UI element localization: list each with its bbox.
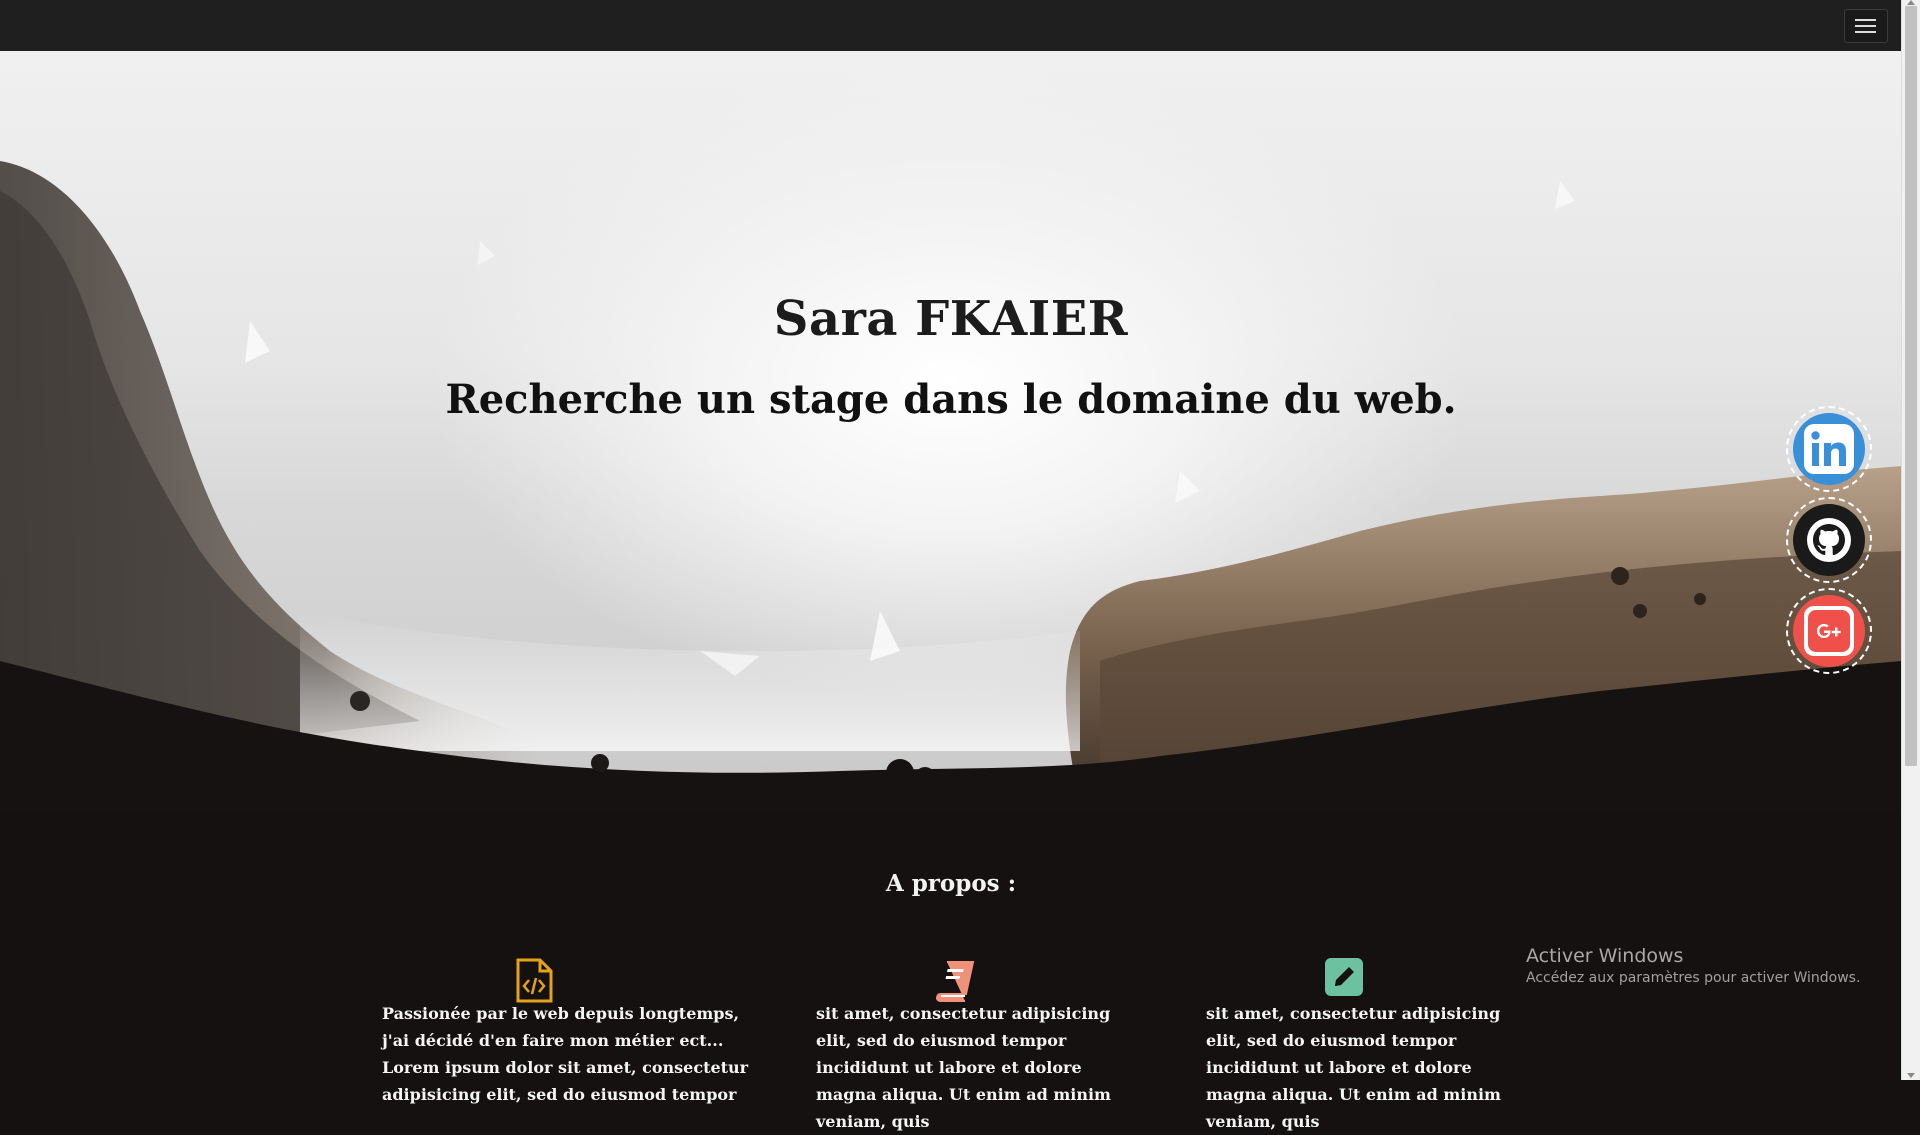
hero-background-painting: [0, 161, 1902, 811]
google-plus-icon: [1793, 595, 1865, 667]
watermark-line-1: Activer Windows: [1526, 945, 1684, 967]
about-column-1-text: Passionée par le web depuis longtemps, j…: [382, 1004, 749, 1104]
about-column-2-text: sit amet, consectetur adipisicing elit, …: [816, 1004, 1111, 1131]
github-icon: [1793, 504, 1865, 576]
about-title: A propos :: [885, 870, 1017, 897]
edit-icon: [1325, 958, 1365, 1004]
hero-section: Sara FKAIER Recherche un stage dans le d…: [0, 51, 1902, 811]
about-column-3-text: sit amet, consectetur adipisicing elit, …: [1206, 1004, 1501, 1131]
linkedin-button[interactable]: [1786, 406, 1872, 492]
linkedin-icon: [1793, 413, 1865, 485]
google-plus-button[interactable]: [1786, 588, 1872, 674]
hero-subtitle: Recherche un stage dans le domaine du we…: [445, 376, 1457, 423]
page-scrollbar[interactable]: [1901, 0, 1920, 1080]
scrollbar-thumb[interactable]: [1905, 6, 1917, 766]
github-button[interactable]: [1786, 497, 1872, 583]
menu-toggle-button[interactable]: [1844, 9, 1888, 43]
windows-activation-watermark: Activer Windows Accédez aux paramètres p…: [1526, 945, 1860, 986]
watermark-line-2: Accédez aux paramètres pour activer Wind…: [1526, 970, 1861, 986]
scroll-down-arrow-icon[interactable]: [1907, 1073, 1915, 1078]
hamburger-icon: [1855, 19, 1876, 21]
top-navbar: [0, 0, 1902, 52]
hamburger-icon-bar: [1855, 25, 1876, 27]
hamburger-icon-bar: [1855, 31, 1876, 33]
hero-title: Sara FKAIER: [773, 291, 1129, 347]
code-file-icon: [514, 958, 554, 1004]
book-icon: [935, 958, 975, 1004]
scroll-up-arrow-icon[interactable]: [1907, 0, 1915, 5]
